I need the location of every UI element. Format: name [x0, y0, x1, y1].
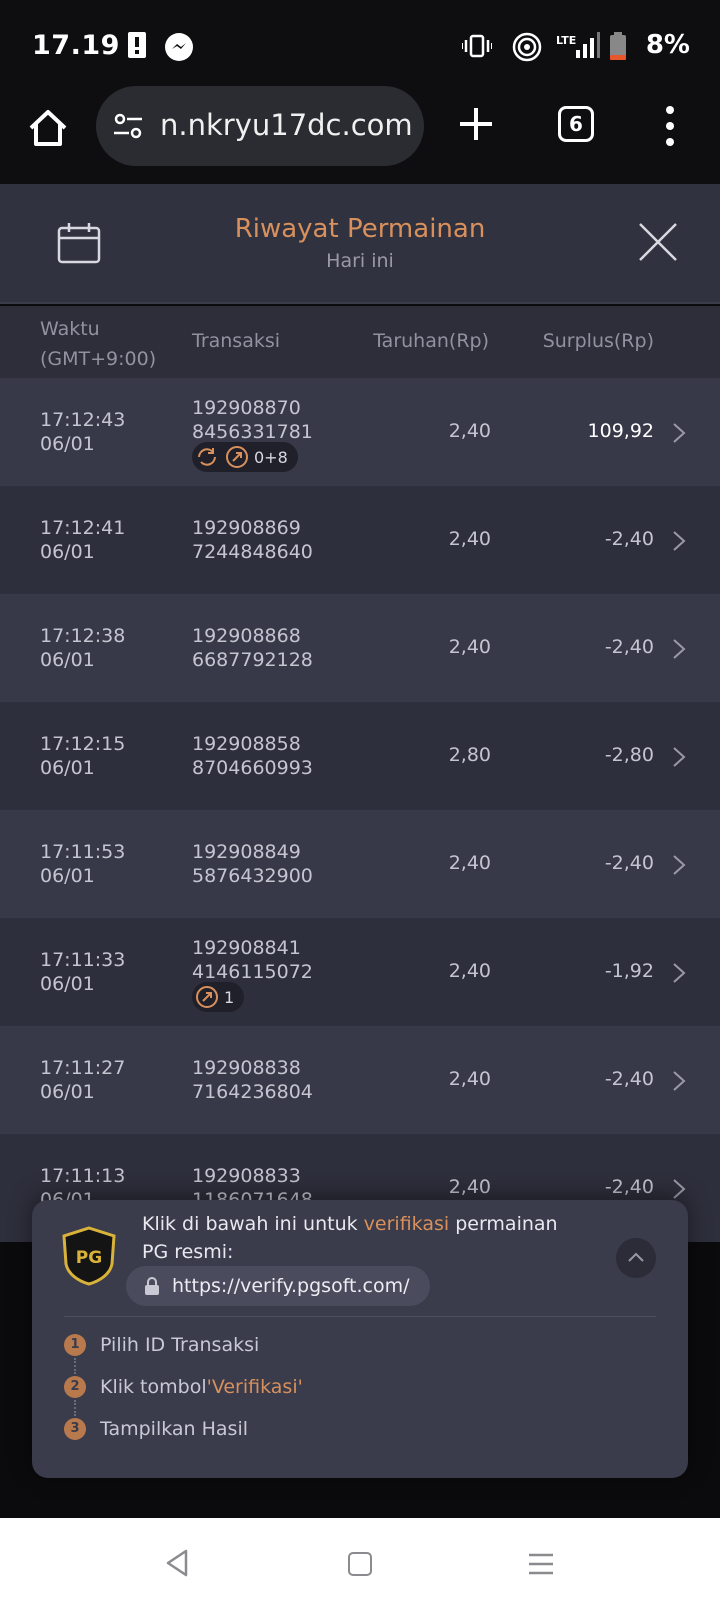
history-header: Riwayat Permainan Hari ini: [0, 184, 720, 304]
row-bet: 2,40: [448, 1068, 491, 1090]
chevron-right-icon[interactable]: [672, 854, 686, 876]
chevron-right-icon[interactable]: [672, 530, 686, 552]
step-1: 1 Pilih ID Transaksi: [64, 1334, 259, 1356]
table-header: Waktu (GMT+9:00) Transaksi Taruhan(Rp) S…: [0, 306, 720, 378]
verify-panel: PG Klik di bawah ini untuk verifikasi pe…: [32, 1200, 688, 1478]
chevron-right-icon[interactable]: [672, 422, 686, 444]
row-bet: 2,40: [448, 1176, 491, 1198]
chevron-right-icon[interactable]: [672, 746, 686, 768]
free-spin-icon: [196, 986, 218, 1008]
respin-icon: [198, 448, 216, 466]
hotspot-icon: [512, 32, 542, 62]
row-transaction-id: 192908838 7164236804: [192, 1057, 313, 1103]
transaction-list: 17:12:43 06/01 192908870 8456331781 0+8 2,…: [0, 378, 720, 1242]
chevron-right-icon[interactable]: [672, 1178, 686, 1200]
browser-toolbar: n.nkryu17dc.com 6: [0, 84, 720, 184]
row-surplus: -2,40: [604, 1068, 654, 1090]
step-connector: [74, 1400, 76, 1416]
signal-icon: LTE: [556, 32, 600, 58]
row-time: 17:12:38 06/01: [40, 625, 126, 671]
row-time: 17:11:53 06/01: [40, 841, 126, 887]
row-surplus: -1,92: [604, 960, 654, 982]
collapse-button[interactable]: [616, 1238, 656, 1278]
column-waktu: Waktu (GMT+9:00): [40, 318, 157, 370]
site-settings-icon[interactable]: [112, 110, 144, 142]
free-spin-badge: 0+8: [192, 442, 298, 472]
home-nav-icon[interactable]: [348, 1552, 372, 1576]
column-taruhan: Taruhan(Rp): [373, 330, 489, 352]
row-time: 17:12:41 06/01: [40, 517, 126, 563]
messenger-icon: [165, 33, 193, 61]
step-3: 3 Tampilkan Hasil: [64, 1418, 248, 1440]
page-title: Riwayat Permainan: [234, 214, 486, 244]
date-filter-label[interactable]: Hari ini: [0, 250, 720, 272]
battery-percent: 8%: [645, 30, 690, 60]
row-surplus: -2,40: [604, 1176, 654, 1198]
row-time: 17:12:15 06/01: [40, 733, 126, 779]
row-bet: 2,40: [448, 852, 491, 874]
row-time: 17:11:33 06/01: [40, 949, 126, 995]
close-icon[interactable]: [636, 220, 680, 264]
recent-apps-icon[interactable]: [528, 1552, 554, 1576]
row-surplus: -2,40: [604, 636, 654, 658]
divider: [64, 1316, 656, 1317]
row-time: 17:11:27 06/01: [40, 1057, 126, 1103]
row-transaction-id: 192908858 8704660993: [192, 733, 313, 779]
svg-text:LTE: LTE: [556, 34, 576, 47]
row-bet: 2,80: [448, 744, 491, 766]
row-surplus: -2,40: [604, 852, 654, 874]
table-row[interactable]: 17:12:41 06/01 192908869 7244848640 2,40 -…: [0, 486, 720, 594]
column-transaksi: Transaksi: [192, 330, 281, 352]
tab-switcher-button[interactable]: 6: [558, 106, 594, 142]
row-transaction-id: 192908868 6687792128: [192, 625, 313, 671]
row-surplus: -2,80: [604, 744, 654, 766]
lock-icon: [145, 1277, 159, 1295]
url-text[interactable]: n.nkryu17dc.com: [160, 108, 416, 142]
verify-url-link[interactable]: https://verify.pgsoft.com/: [126, 1266, 430, 1306]
new-tab-icon[interactable]: [456, 104, 496, 144]
row-transaction-id: 192908869 7244848640: [192, 517, 313, 563]
back-icon[interactable]: [164, 1548, 190, 1578]
home-icon[interactable]: [26, 106, 70, 150]
step-connector: [74, 1358, 76, 1374]
row-bet: 2,40: [448, 528, 491, 550]
vibrate-icon: [462, 34, 492, 58]
free-spin-badge: 1: [192, 982, 245, 1012]
more-menu-icon[interactable]: [660, 104, 680, 148]
svg-text:PG: PG: [76, 1248, 102, 1268]
status-time: 17.19: [32, 30, 120, 61]
column-surplus: Surplus(Rp): [542, 330, 654, 352]
row-bet: 2,40: [448, 636, 491, 658]
battery-icon: [610, 32, 626, 60]
chevron-right-icon[interactable]: [672, 1070, 686, 1092]
free-spin-icon: [226, 446, 248, 468]
row-bet: 2,40: [448, 960, 491, 982]
row-time: 17:12:43 06/01: [40, 409, 126, 455]
row-transaction-id: 192908849 5876432900: [192, 841, 313, 887]
verify-message: Klik di bawah ini untuk verifikasi perma…: [142, 1213, 558, 1263]
alert-icon: [128, 32, 146, 58]
table-row[interactable]: 17:12:38 06/01 192908868 6687792128 2,40 -…: [0, 594, 720, 702]
chevron-right-icon[interactable]: [672, 962, 686, 984]
table-row[interactable]: 17:12:15 06/01 192908858 8704660993 2,80 -…: [0, 702, 720, 810]
row-surplus: 109,92: [587, 420, 654, 442]
table-row[interactable]: 17:11:27 06/01 192908838 7164236804 2,40 -…: [0, 1026, 720, 1134]
row-bet: 2,40: [448, 420, 491, 442]
pg-shield-logo: PG: [62, 1226, 116, 1286]
row-transaction-id: 192908841 4146115072: [192, 937, 313, 983]
step-2: 2 Klik tombol 'Verifikasi': [64, 1376, 303, 1398]
chevron-right-icon[interactable]: [672, 638, 686, 660]
row-transaction-id: 192908870 8456331781: [192, 397, 313, 443]
table-row[interactable]: 17:12:43 06/01 192908870 8456331781 0+8 2,…: [0, 378, 720, 486]
status-bar: 17.19 LTE 8%: [0, 0, 720, 84]
system-nav-bar: [0, 1518, 720, 1612]
table-row[interactable]: 17:11:33 06/01 192908841 4146115072 1 2,40…: [0, 918, 720, 1026]
table-row[interactable]: 17:11:53 06/01 192908849 5876432900 2,40 -…: [0, 810, 720, 918]
row-surplus: -2,40: [604, 528, 654, 550]
address-bar[interactable]: n.nkryu17dc.com: [96, 86, 424, 166]
chevron-up-icon[interactable]: [616, 1238, 656, 1278]
